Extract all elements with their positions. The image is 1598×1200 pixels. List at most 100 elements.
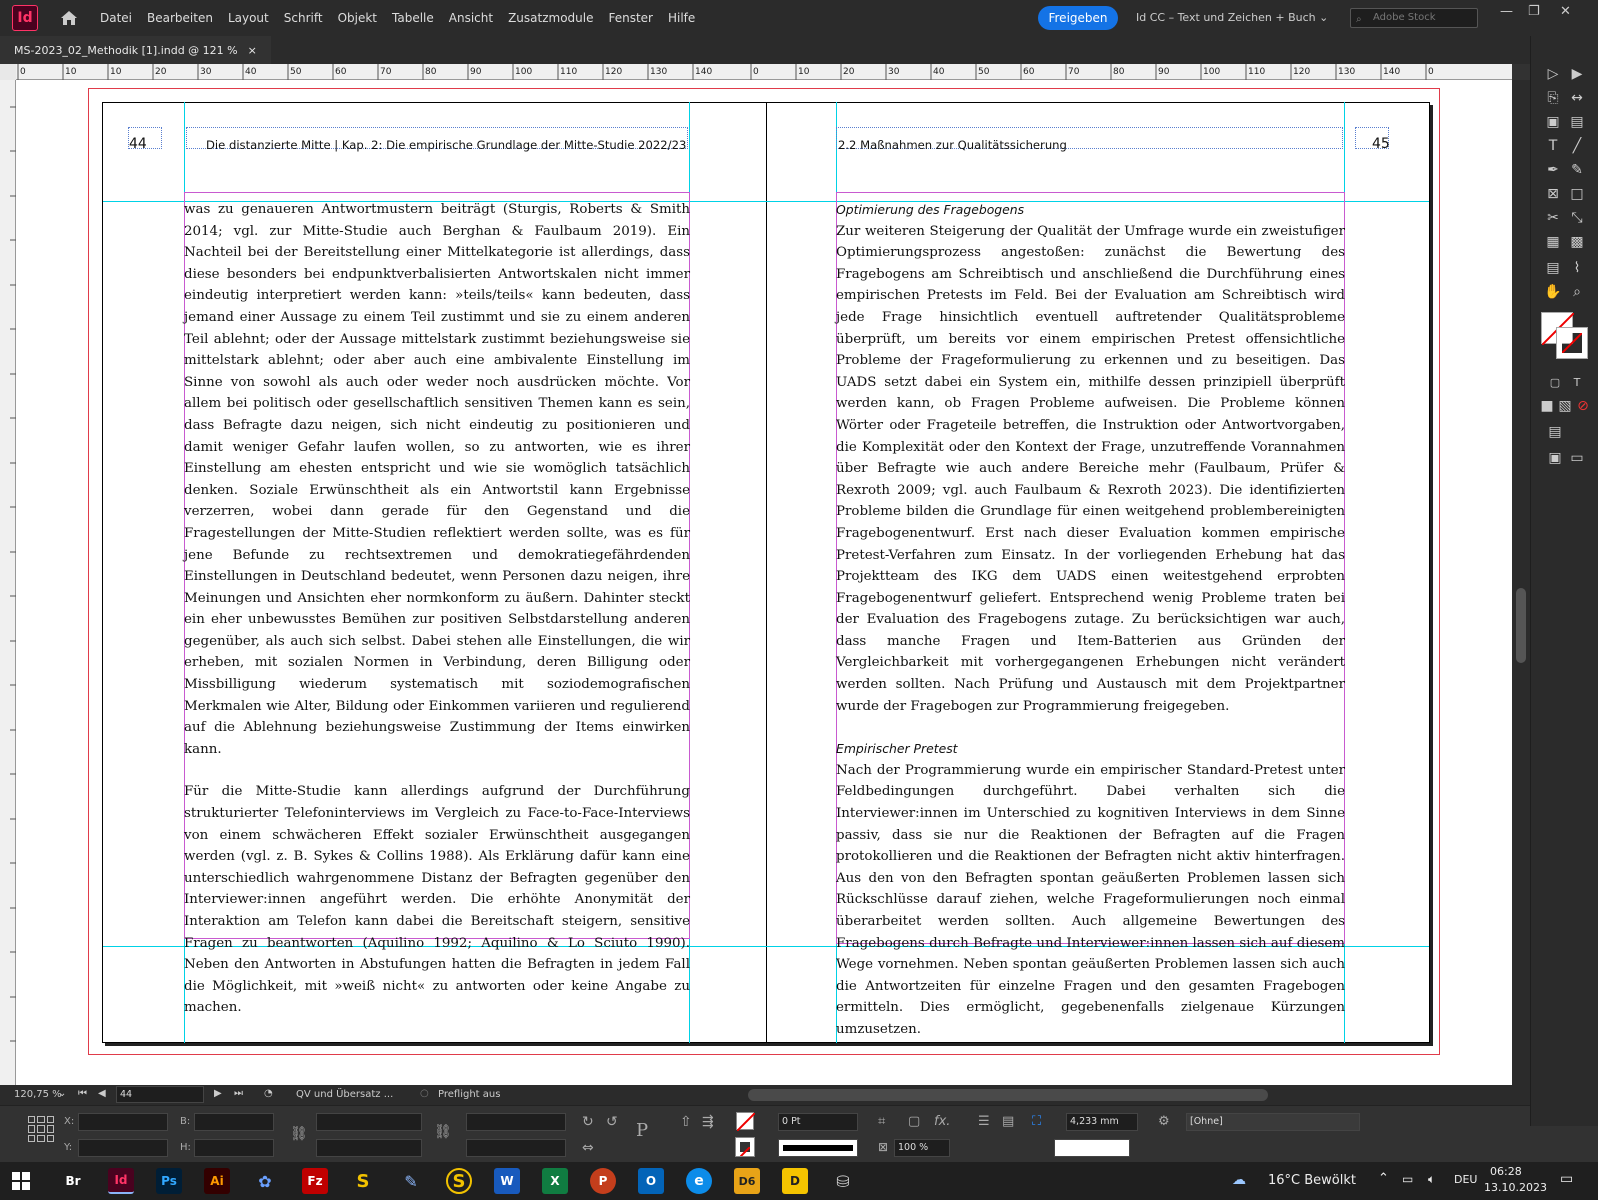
- outlook-app-icon[interactable]: O: [638, 1168, 664, 1194]
- constrain-proportions-icon[interactable]: ⛓: [290, 1126, 308, 1142]
- y-position-input[interactable]: [78, 1139, 168, 1157]
- gap-tool-icon[interactable]: ↔: [1567, 88, 1587, 108]
- photoshop-app-icon[interactable]: Ps: [156, 1168, 182, 1194]
- windows-start-icon[interactable]: [12, 1172, 30, 1190]
- zoom-tool-icon[interactable]: ⌕: [1567, 282, 1587, 302]
- note-tool-icon[interactable]: ▤: [1543, 258, 1563, 278]
- direct-selection-tool-icon[interactable]: ▶: [1567, 64, 1587, 84]
- body-text-left[interactable]: was zu genaueren Antwortmustern beiträgt…: [184, 199, 690, 1019]
- formatting-text-icon[interactable]: T: [1567, 372, 1587, 392]
- close-window-icon[interactable]: ✕: [1560, 4, 1571, 19]
- flip-horizontal-icon[interactable]: ⇔: [582, 1140, 594, 1156]
- scissors-tool-icon[interactable]: ✂: [1543, 208, 1563, 228]
- rotate-cw-icon[interactable]: ↻: [582, 1114, 594, 1130]
- preview-view-icon[interactable]: ▭: [1567, 448, 1587, 468]
- drop-shadow-icon[interactable]: ▢: [908, 1114, 920, 1129]
- word-app-icon[interactable]: W: [494, 1168, 520, 1194]
- scale-y-input[interactable]: [316, 1139, 422, 1157]
- menu-fenster[interactable]: Fenster: [608, 11, 653, 25]
- clock-date[interactable]: 13.10.2023: [1484, 1181, 1547, 1194]
- rectangle-frame-tool-icon[interactable]: ⊠: [1543, 184, 1563, 204]
- screen-mode-icon[interactable]: ▤: [1545, 422, 1565, 442]
- width-input[interactable]: [194, 1113, 274, 1131]
- formatting-container-icon[interactable]: ▢: [1545, 372, 1565, 392]
- select-container-icon[interactable]: ⇧: [680, 1114, 692, 1130]
- selection-tool-icon[interactable]: ▷: [1543, 64, 1563, 84]
- opacity-input[interactable]: 100 %: [894, 1139, 950, 1157]
- body-text-right[interactable]: Optimierung des Fragebogens Zur weiteren…: [836, 199, 1345, 1041]
- opacity-icon[interactable]: ⊠: [878, 1140, 888, 1154]
- pen-tool-icon[interactable]: ✒: [1543, 160, 1563, 180]
- dtp-app-icon[interactable]: D6: [734, 1168, 760, 1194]
- select-next-icon[interactable]: ⇶: [702, 1114, 714, 1130]
- stock-search-input[interactable]: ⌕ Adobe Stock: [1350, 8, 1478, 28]
- object-style-select[interactable]: [Ohne]: [1186, 1113, 1360, 1131]
- free-transform-tool-icon[interactable]: ⤡: [1567, 208, 1587, 228]
- line-tool-icon[interactable]: ╱: [1567, 136, 1587, 156]
- page-number-field[interactable]: 44: [116, 1086, 204, 1103]
- preflight-status[interactable]: Preflight aus: [438, 1089, 500, 1100]
- constrain-scale-icon[interactable]: ⛓: [434, 1124, 452, 1140]
- apply-gradient-icon[interactable]: ▧: [1555, 396, 1575, 416]
- content-placer-icon[interactable]: ▤: [1567, 112, 1587, 132]
- edge-app-icon[interactable]: e: [686, 1168, 712, 1194]
- weather-text[interactable]: 16°C Bewölkt: [1268, 1173, 1356, 1188]
- tray-chevron-icon[interactable]: ⌃: [1378, 1171, 1389, 1186]
- hand-tool-icon[interactable]: ✋: [1543, 282, 1563, 302]
- horizontal-ruler[interactable]: 0 10 10 20 30 40 50 60 70 80 90 100 110 120 130 140 0 10 2…: [16, 64, 1512, 80]
- next-page-icon[interactable]: ▶: [214, 1088, 222, 1099]
- weather-icon[interactable]: ☁: [1232, 1172, 1246, 1188]
- text-wrap-box-icon[interactable]: ▤: [1002, 1114, 1014, 1129]
- auto-fit-icon[interactable]: ⛶: [1032, 1114, 1041, 1129]
- network-icon[interactable]: ▭: [1402, 1172, 1413, 1186]
- ruler-origin[interactable]: [0, 64, 16, 80]
- volume-icon[interactable]: 🔈︎: [1428, 1172, 1435, 1187]
- document-canvas[interactable]: 44 Die distanzierte Mitte | Kap. 2: Die …: [16, 80, 1512, 1085]
- stroke-type-select[interactable]: [778, 1139, 858, 1157]
- close-tab-icon[interactable]: ×: [248, 44, 257, 57]
- swatch-preview[interactable]: [1054, 1139, 1130, 1157]
- reference-point-icon[interactable]: [28, 1116, 54, 1142]
- menu-datei[interactable]: Datei: [100, 11, 132, 25]
- menu-hilfe[interactable]: Hilfe: [668, 11, 695, 25]
- menu-zusatzmodule[interactable]: Zusatzmodule: [508, 11, 593, 25]
- stroke-color-swatch[interactable]: [735, 1137, 755, 1158]
- content-collector-icon[interactable]: ▣: [1543, 112, 1563, 132]
- preflight-profile[interactable]: QV und Übersatz ...: [296, 1089, 393, 1100]
- corner-options-icon[interactable]: ⌗: [878, 1114, 885, 1129]
- first-page-icon[interactable]: ⏮: [78, 1088, 87, 1099]
- excel-app-icon[interactable]: X: [542, 1168, 568, 1194]
- x-position-input[interactable]: [78, 1113, 168, 1131]
- fill-color-swatch[interactable]: [736, 1112, 756, 1132]
- pencil-tool-icon[interactable]: ✎: [1567, 160, 1587, 180]
- menu-tabelle[interactable]: Tabelle: [392, 11, 434, 25]
- restore-icon[interactable]: ❐: [1528, 4, 1540, 19]
- gutter-input[interactable]: 4,233 mm: [1066, 1113, 1138, 1131]
- text-wrap-none-icon[interactable]: ☰: [978, 1114, 990, 1129]
- filezilla-app-icon[interactable]: Fz: [302, 1168, 328, 1194]
- paint-app-icon[interactable]: ✿: [252, 1168, 278, 1194]
- page-tool-icon[interactable]: ⎘: [1543, 88, 1563, 108]
- menu-schrift[interactable]: Schrift: [284, 11, 323, 25]
- eyedropper-tool-icon[interactable]: ⌇: [1567, 258, 1587, 278]
- language-indicator[interactable]: DEU: [1454, 1173, 1477, 1186]
- scroll-thumb[interactable]: [1516, 588, 1526, 663]
- select-content-icon[interactable]: P: [636, 1120, 648, 1141]
- effects-icon[interactable]: fx.: [934, 1114, 950, 1129]
- menu-ansicht[interactable]: Ansicht: [449, 11, 493, 25]
- menu-bearbeiten[interactable]: Bearbeiten: [147, 11, 213, 25]
- apply-none-icon[interactable]: ⊘: [1573, 396, 1593, 416]
- minimize-icon[interactable]: —: [1500, 4, 1513, 19]
- snagit-editor-app-icon[interactable]: S: [446, 1168, 472, 1194]
- workspace-switcher[interactable]: Id CC – Text und Zeichen + Buch ⌄: [1136, 11, 1328, 24]
- rotate-ccw-icon[interactable]: ↺: [606, 1114, 618, 1130]
- d-app-icon[interactable]: D: [782, 1168, 808, 1194]
- gradient-feather-tool-icon[interactable]: ▩: [1567, 232, 1587, 252]
- type-tool-icon[interactable]: T: [1543, 136, 1563, 156]
- misc-app-icon[interactable]: ⛁: [830, 1168, 856, 1194]
- vertical-scrollbar[interactable]: [1512, 80, 1530, 1085]
- apply-color-icon[interactable]: ■: [1537, 396, 1557, 416]
- snagit-app-icon[interactable]: S: [350, 1168, 376, 1194]
- rectangle-tool-icon[interactable]: □: [1567, 184, 1587, 204]
- home-icon[interactable]: [58, 7, 80, 29]
